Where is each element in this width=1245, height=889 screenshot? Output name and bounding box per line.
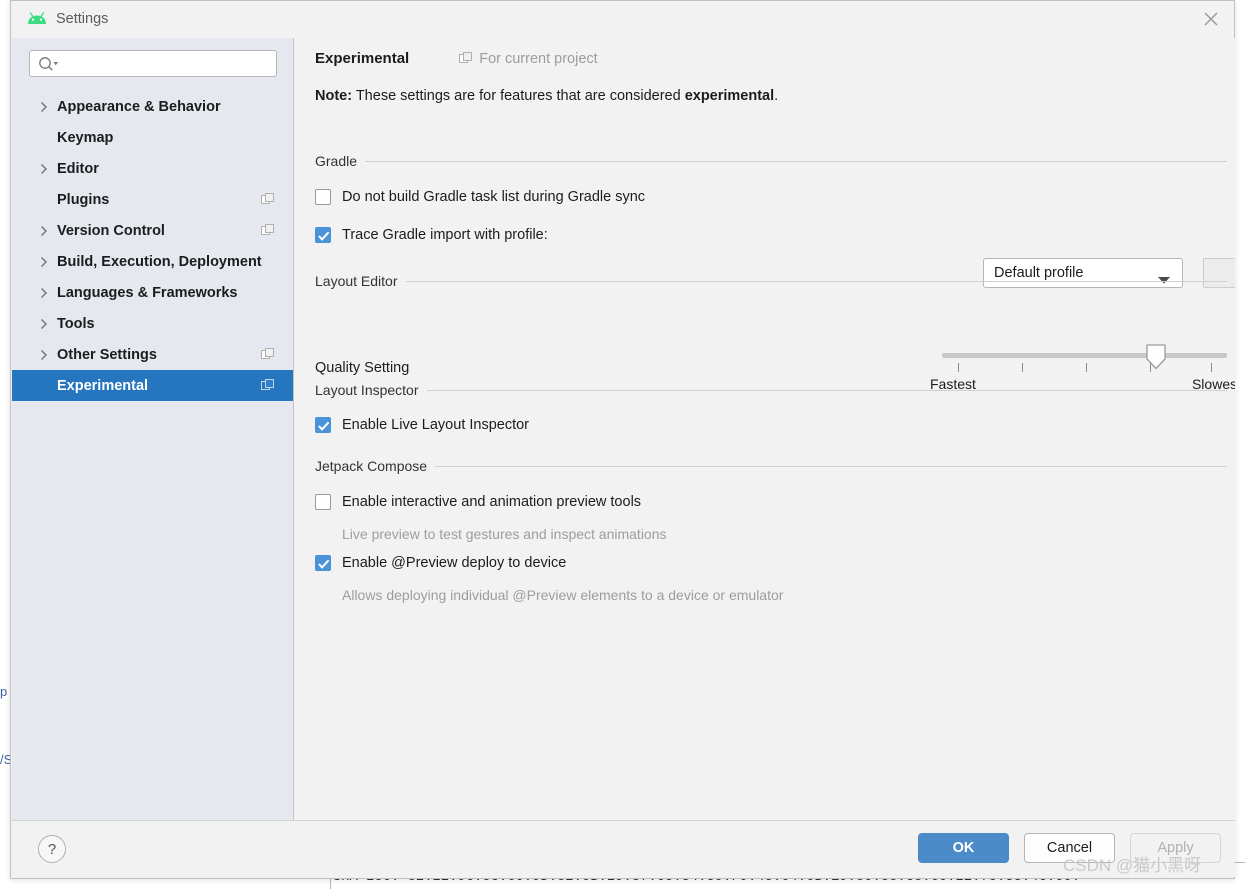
project-scope-icon: [459, 51, 473, 66]
checkbox-box[interactable]: [315, 189, 331, 205]
chevron-right-icon[interactable]: [38, 318, 50, 330]
checkbox-label: Do not build Gradle task list during Gra…: [342, 189, 646, 205]
search-icon: [38, 56, 60, 72]
chevron-right-icon[interactable]: [38, 349, 50, 361]
project-scope-icon: [261, 378, 275, 393]
slider-tick: [1086, 363, 1087, 372]
help-button[interactable]: ?: [38, 835, 66, 863]
group-divider: [435, 465, 1227, 467]
checkbox-enable-preview-deploy-to-device[interactable]: Enable @Preview deploy to device: [315, 555, 566, 571]
checkbox-box[interactable]: [315, 417, 331, 433]
android-logo-icon: [26, 11, 48, 27]
slider-thumb[interactable]: [1146, 344, 1166, 370]
slider-tick: [958, 363, 959, 372]
dialog-title: Settings: [56, 11, 109, 27]
sidebar-item-label: Languages & Frameworks: [57, 284, 238, 301]
checkbox-box[interactable]: [315, 494, 331, 510]
for-current-project-label: For current project: [479, 50, 598, 67]
close-icon[interactable]: [1194, 3, 1228, 35]
sidebar-item-label: Editor: [57, 160, 99, 177]
checkbox-do-not-build-gradle-task-list[interactable]: Do not build Gradle task list during Gra…: [315, 189, 645, 205]
sidebar-item-label: Keymap: [57, 129, 114, 146]
checkbox-box[interactable]: [315, 555, 331, 571]
sidebar-item-version-control[interactable]: Version Control: [12, 215, 293, 246]
sidebar-item-other-settings[interactable]: Other Settings: [12, 339, 293, 370]
quality-setting-label: Quality Setting: [315, 360, 410, 376]
checkbox-box[interactable]: [315, 227, 331, 243]
search-input[interactable]: [29, 50, 277, 77]
note-prefix: Note:: [315, 88, 353, 104]
project-scope-icon: [261, 192, 275, 207]
slider-track[interactable]: [942, 353, 1227, 358]
checkbox-enable-interactive-preview[interactable]: Enable interactive and animation preview…: [315, 494, 641, 510]
settings-dialog: Settings Appearance & Behavior Keymap Ed…: [10, 0, 1235, 879]
checkbox-label: Enable @Preview deploy to device: [342, 555, 567, 571]
group-header-layout-inspector: Layout Inspector: [315, 382, 1227, 398]
slider-tick: [1211, 363, 1212, 372]
note-emphasis: experimental: [684, 88, 775, 104]
checkbox-label: Enable Live Layout Inspector: [342, 417, 530, 433]
sidebar-item-appearance-behavior[interactable]: Appearance & Behavior: [12, 91, 293, 122]
chevron-right-icon[interactable]: [38, 101, 50, 113]
checkbox-description-interactive-preview: Live preview to test gestures and inspec…: [342, 526, 667, 542]
sidebar-item-label: Other Settings: [57, 346, 157, 363]
sidebar-item-editor[interactable]: Editor: [12, 153, 293, 184]
project-scope-icon: [261, 223, 275, 238]
group-title: Jetpack Compose: [315, 458, 428, 474]
ok-button[interactable]: OK: [918, 833, 1009, 863]
sidebar-item-label: Plugins: [57, 191, 110, 208]
note-suffix: .: [774, 88, 779, 104]
checkbox-label: Enable interactive and animation preview…: [342, 494, 642, 510]
chevron-right-icon[interactable]: [38, 256, 50, 268]
note-body: These settings are for features that are…: [352, 88, 685, 104]
group-divider: [365, 160, 1227, 162]
sidebar-item-tools[interactable]: Tools: [12, 308, 293, 339]
sidebar-item-label: Appearance & Behavior: [57, 98, 221, 115]
sidebar-item-label: Experimental: [57, 377, 149, 394]
dialog-titlebar: Settings: [11, 1, 1234, 38]
dialog-footer: ? OK Cancel Apply: [12, 820, 1235, 877]
cancel-button[interactable]: Cancel: [1024, 833, 1115, 863]
experimental-note: Note: These settings are for features th…: [315, 88, 778, 104]
chevron-right-icon[interactable]: [38, 225, 50, 237]
chevron-right-icon[interactable]: [38, 163, 50, 175]
sidebar-item-label: Tools: [57, 315, 95, 332]
checkbox-description-preview-deploy: Allows deploying individual @Preview ele…: [342, 587, 784, 603]
group-header-gradle: Gradle: [315, 153, 1227, 169]
settings-category-tree: Appearance & Behavior Keymap Editor Plug…: [12, 91, 293, 401]
chevron-right-icon[interactable]: [38, 287, 50, 299]
settings-sidebar: Appearance & Behavior Keymap Editor Plug…: [12, 38, 294, 822]
checkbox-label: Trace Gradle import with profile:: [342, 227, 548, 243]
group-title: Layout Inspector: [315, 382, 419, 398]
sidebar-item-build-execution-deployment[interactable]: Build, Execution, Deployment: [12, 246, 293, 277]
sidebar-item-experimental[interactable]: Experimental: [12, 370, 293, 401]
sidebar-item-keymap[interactable]: Keymap: [12, 122, 293, 153]
sidebar-item-languages-frameworks[interactable]: Languages & Frameworks: [12, 277, 293, 308]
group-divider: [426, 389, 1227, 391]
slider-tick: [1022, 363, 1023, 372]
page-title: Experimental: [315, 50, 410, 67]
sidebar-item-label: Version Control: [57, 222, 165, 239]
sidebar-item-plugins[interactable]: Plugins: [12, 184, 293, 215]
group-title: Gradle: [315, 153, 358, 169]
checkbox-trace-gradle-import[interactable]: Trace Gradle import with profile:: [315, 227, 548, 243]
sidebar-item-label: Build, Execution, Deployment: [57, 253, 262, 270]
background-text-fragment-left-1: p: [0, 684, 8, 699]
group-title: Layout Editor: [315, 273, 398, 289]
settings-content-pane: Experimental For current project Note: T…: [294, 38, 1235, 822]
project-scope-icon: [261, 347, 275, 362]
group-header-jetpack-compose: Jetpack Compose: [315, 458, 1227, 474]
group-divider: [405, 280, 1227, 282]
for-current-project-indicator[interactable]: For current project: [459, 50, 598, 67]
apply-button: Apply: [1130, 833, 1221, 863]
checkbox-enable-live-layout-inspector[interactable]: Enable Live Layout Inspector: [315, 417, 529, 433]
group-header-layout-editor: Layout Editor: [315, 273, 1227, 289]
content-header: Experimental For current project: [315, 50, 598, 67]
